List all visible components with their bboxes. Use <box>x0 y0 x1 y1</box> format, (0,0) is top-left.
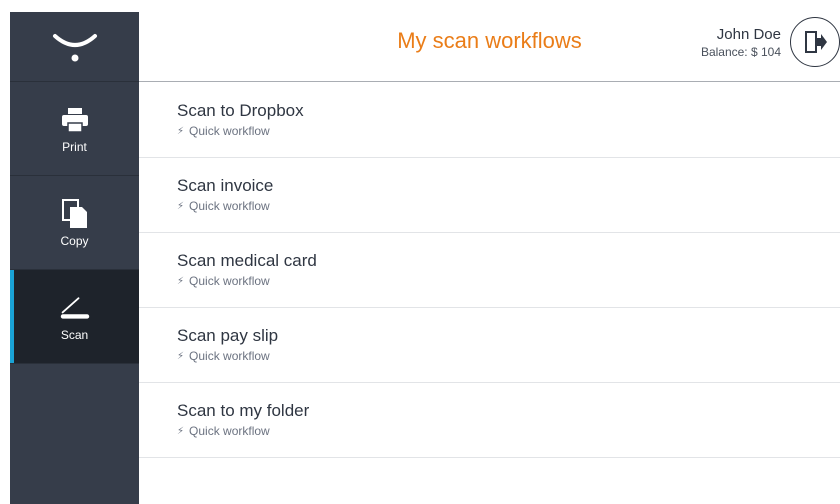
sidebar-item-label: Scan <box>60 327 89 342</box>
logout-button[interactable] <box>790 17 840 67</box>
brand-logo-icon <box>52 33 97 61</box>
workflow-title: Scan pay slip <box>177 326 279 345</box>
sidebar-item-label: Copy <box>60 233 89 248</box>
header: My scan workflows John Doe Balance: $ 10… <box>139 0 840 82</box>
workflow-item[interactable]: Scan invoice ⚡ Quick workflow <box>139 158 840 233</box>
workflow-type: Quick workflow <box>189 274 270 288</box>
workflow-type: Quick workflow <box>189 199 270 213</box>
workflow-subtitle: ⚡ Quick workflow <box>177 274 840 288</box>
workflow-list: Scan to Dropbox ⚡ Quick workflow Scan in… <box>139 83 840 458</box>
lightning-icon: ⚡ <box>177 425 185 437</box>
logo[interactable] <box>10 12 139 82</box>
printer-icon <box>59 104 91 136</box>
sidebar-item-copy[interactable]: Copy <box>10 176 139 270</box>
workflow-title: Scan to Dropbox <box>177 101 304 120</box>
sidebar-item-scan[interactable]: Scan <box>10 270 139 364</box>
workflow-type: Quick workflow <box>189 124 270 138</box>
logout-icon <box>805 31 827 53</box>
workflow-type: Quick workflow <box>189 424 270 438</box>
workflow-item[interactable]: Scan to my folder ⚡ Quick workflow <box>139 383 840 458</box>
workflow-subtitle: ⚡ Quick workflow <box>177 124 840 138</box>
workflow-title: Scan to my folder <box>177 401 310 420</box>
lightning-icon: ⚡ <box>177 275 185 287</box>
sidebar: Print Copy Scan <box>10 12 139 504</box>
workflow-subtitle: ⚡ Quick workflow <box>177 199 840 213</box>
lightning-icon: ⚡ <box>177 125 185 137</box>
workflow-item[interactable]: Scan to Dropbox ⚡ Quick workflow <box>139 83 840 158</box>
sidebar-item-print[interactable]: Print <box>10 82 139 176</box>
workflow-item[interactable]: Scan medical card ⚡ Quick workflow <box>139 233 840 308</box>
workflow-subtitle: ⚡ Quick workflow <box>177 349 840 363</box>
scanner-icon <box>59 292 91 324</box>
workflow-subtitle: ⚡ Quick workflow <box>177 424 840 438</box>
workflow-title: Scan medical card <box>177 251 317 270</box>
user-name: John Doe <box>716 26 781 43</box>
copy-icon <box>59 198 91 230</box>
lightning-icon: ⚡ <box>177 200 185 212</box>
user-balance: Balance: $ 104 <box>700 45 781 59</box>
lightning-icon: ⚡ <box>177 350 185 362</box>
workflow-item[interactable]: Scan pay slip ⚡ Quick workflow <box>139 308 840 383</box>
workflow-title: Scan invoice <box>177 176 274 195</box>
user-info: John Doe Balance: $ 104 <box>701 26 781 60</box>
workflow-type: Quick workflow <box>189 349 270 363</box>
sidebar-item-label: Print <box>62 139 87 154</box>
